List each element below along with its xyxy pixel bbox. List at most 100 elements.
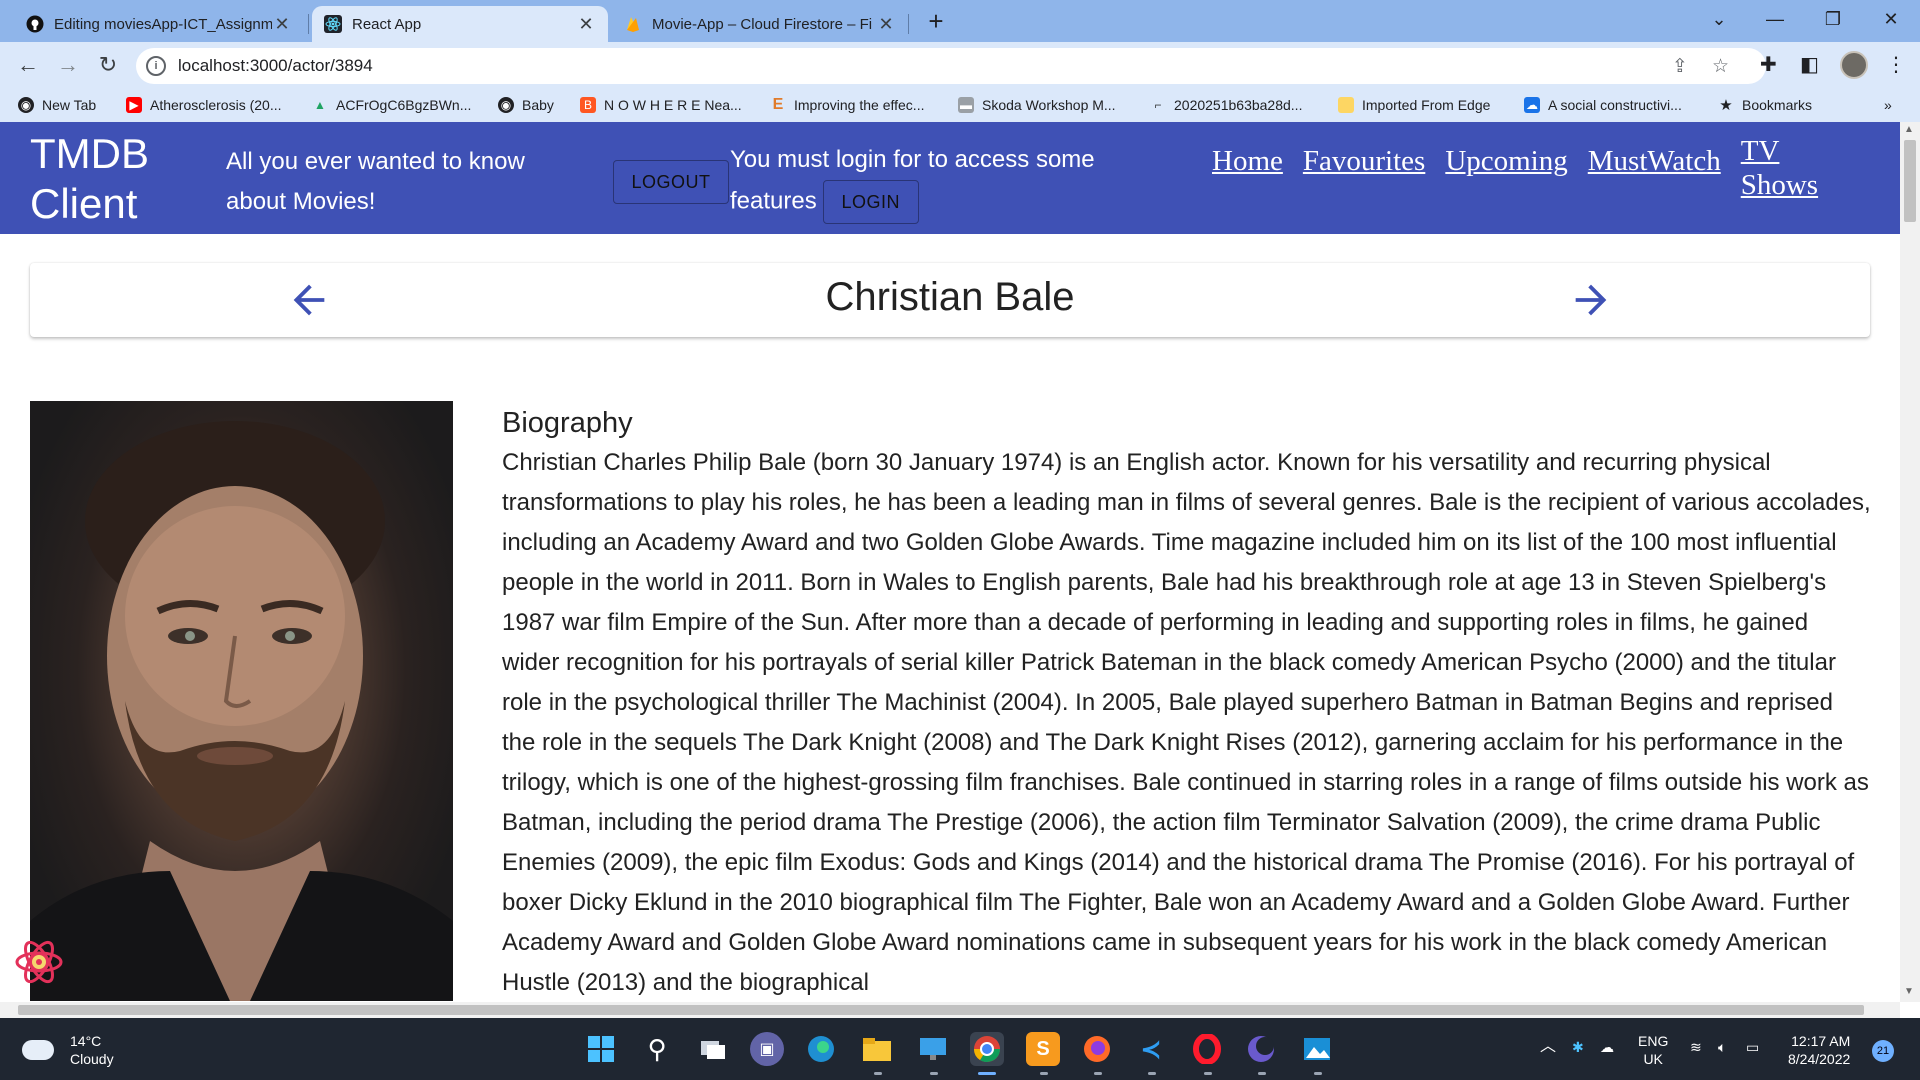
bookmark-item[interactable]: Imported From Edge — [1338, 97, 1490, 113]
login-message: You must login for to access some featur… — [730, 140, 1150, 224]
scrollbar-thumb[interactable] — [1904, 140, 1916, 222]
bookmark-item[interactable]: ▲ ACFrOgC6BgzBWn... — [312, 97, 471, 113]
scroll-down-icon[interactable]: ▼ — [1904, 986, 1914, 997]
vertical-scrollbar[interactable]: ▲ ▼ — [1900, 122, 1920, 1002]
app-moon-icon[interactable] — [1244, 1032, 1278, 1066]
app-header: TMDB Client All you ever wanted to know … — [0, 122, 1900, 234]
bookmark-item[interactable]: ▬ Skoda Workshop M... — [958, 97, 1116, 113]
reload-icon[interactable]: ↻ — [92, 50, 124, 82]
tagline: All you ever wanted to know about Movies… — [226, 148, 525, 215]
opera-icon[interactable] — [1190, 1032, 1224, 1066]
tab-search-icon[interactable]: ⌄ — [1694, 0, 1744, 40]
tab-react-app[interactable]: React App ✕ — [312, 6, 608, 42]
close-icon[interactable]: ✕ — [576, 14, 596, 35]
menu-icon[interactable]: ⋮ — [1886, 52, 1906, 77]
chevron-up-icon[interactable]: ︿ — [1540, 1038, 1556, 1056]
side-panel-icon[interactable]: ◧ — [1800, 52, 1819, 77]
horizontal-scrollbar[interactable] — [0, 1002, 1900, 1018]
scroll-up-icon[interactable]: ▲ — [1904, 124, 1914, 135]
running-indicator — [1040, 1072, 1048, 1075]
chat-icon[interactable]: ▣ — [750, 1032, 784, 1066]
volume-icon[interactable]: 🔈︎ — [1718, 1038, 1726, 1056]
bookmark-item[interactable]: ★ Bookmarks — [1718, 97, 1812, 114]
window-close-button[interactable]: ✕ — [1866, 0, 1916, 40]
drive-icon: ▲ — [314, 98, 326, 112]
tab-firestore[interactable]: Movie-App – Cloud Firestore – Fi ✕ — [612, 6, 908, 42]
login-button[interactable]: LOGIN — [822, 180, 919, 224]
running-indicator — [1148, 1072, 1156, 1075]
tab-github[interactable]: Editing moviesApp-ICT_Assignm ✕ — [14, 6, 304, 42]
star-icon[interactable]: ☆ — [1712, 55, 1729, 78]
react-query-devtools-icon[interactable] — [14, 937, 64, 987]
tab-title: React App — [352, 15, 422, 33]
url-text[interactable]: localhost:3000/actor/3894 — [178, 56, 373, 76]
bluetooth-icon[interactable]: ✱ — [1572, 1038, 1584, 1056]
brand-title[interactable]: TMDB Client — [30, 129, 190, 229]
tab-title: Editing moviesApp-ICT_Assignm — [54, 15, 272, 33]
edge-icon[interactable] — [804, 1032, 838, 1066]
page-viewport: TMDB Client All you ever wanted to know … — [0, 122, 1900, 1002]
temperature: 14°C — [70, 1033, 102, 1049]
vscode-icon[interactable]: ≺ — [1134, 1032, 1168, 1066]
browser-toolbar: ← → ↻ i localhost:3000/actor/3894 ⇪ ☆ ✚ … — [0, 42, 1920, 90]
bookmark-item[interactable]: BN O W H E R E Nea... — [580, 97, 742, 113]
sublime-icon[interactable]: S — [1026, 1032, 1060, 1066]
running-indicator — [1094, 1072, 1102, 1075]
task-view-icon[interactable] — [696, 1032, 730, 1066]
actor-header-card: Christian Bale — [30, 263, 1870, 337]
battery-icon[interactable]: ▭ — [1746, 1038, 1759, 1056]
notification-badge[interactable]: 21 — [1872, 1040, 1894, 1062]
scrollbar-thumb[interactable] — [18, 1005, 1864, 1015]
extensions-icon[interactable]: ✚ — [1760, 52, 1777, 77]
running-indicator — [874, 1072, 882, 1075]
car-icon: ▬ — [958, 97, 974, 113]
bookmark-item[interactable]: ☁ A social constructivi... — [1524, 97, 1682, 113]
monitor-icon[interactable] — [916, 1032, 950, 1066]
arrow-forward-icon[interactable] — [1568, 277, 1614, 323]
more-bookmarks-icon[interactable]: » — [1884, 97, 1892, 113]
forward-arrow-icon[interactable]: → — [52, 50, 84, 82]
close-icon[interactable]: ✕ — [272, 14, 292, 35]
nav-mustwatch[interactable]: MustWatch — [1588, 144, 1721, 178]
chrome-icon[interactable] — [970, 1032, 1004, 1066]
biography-heading: Biography — [502, 407, 633, 439]
photos-icon[interactable] — [1300, 1032, 1334, 1066]
windows-taskbar: 14°C Cloudy ⚲ ▣ S ≺ ︿ ✱ ☁ ENG UK ≋ 🔈︎ ▭ … — [0, 1018, 1920, 1080]
language-indicator[interactable]: ENG UK — [1638, 1032, 1668, 1068]
onedrive-icon[interactable]: ☁ — [1600, 1038, 1614, 1056]
wifi-icon[interactable]: ≋ — [1690, 1038, 1702, 1056]
tab-separator — [308, 14, 309, 34]
bookmark-item[interactable]: E Improving the effec... — [770, 96, 925, 113]
browser-tabstrip: Editing moviesApp-ICT_Assignm ✕ React Ap… — [0, 0, 1920, 42]
windows-start-icon[interactable] — [584, 1032, 618, 1066]
weather-widget[interactable]: 14°C Cloudy — [22, 1032, 114, 1068]
address-bar[interactable]: i localhost:3000/actor/3894 ⇪ ☆ — [136, 48, 1766, 84]
minimize-button[interactable]: — — [1750, 0, 1800, 40]
nav-upcoming[interactable]: Upcoming — [1445, 144, 1567, 178]
restore-button[interactable]: ❐ — [1808, 0, 1858, 40]
back-arrow-icon[interactable]: ← — [12, 50, 44, 82]
nav-favourites[interactable]: Favourites — [1303, 144, 1425, 178]
firefox-icon[interactable] — [1080, 1032, 1114, 1066]
bookmark-item[interactable]: ▶ Atherosclerosis (20... — [126, 97, 282, 113]
main-nav: Home Favourites Upcoming MustWatch TV Sh… — [1212, 135, 1821, 202]
close-icon[interactable]: ✕ — [876, 14, 896, 35]
clock[interactable]: 12:17 AM 8/24/2022 — [1788, 1032, 1850, 1068]
avatar[interactable] — [1840, 51, 1868, 79]
firebase-icon — [624, 15, 642, 33]
share-icon[interactable]: ⇪ — [1672, 55, 1688, 78]
nav-tv-shows[interactable]: TV Shows — [1741, 134, 1821, 202]
blogger-icon: B — [580, 97, 596, 113]
running-indicator — [930, 1072, 938, 1075]
arrow-back-icon[interactable] — [286, 277, 332, 323]
site-info-icon[interactable]: i — [146, 56, 166, 76]
search-icon[interactable]: ⚲ — [640, 1032, 674, 1066]
bookmark-item[interactable]: ◉ New Tab — [18, 97, 96, 113]
logout-button[interactable]: LOGOUT — [613, 160, 729, 204]
file-explorer-icon[interactable] — [860, 1032, 894, 1066]
document-icon: ⌐ — [1154, 98, 1162, 112]
nav-home[interactable]: Home — [1212, 144, 1283, 178]
bookmark-item[interactable]: ⌐ 2020251b63ba28d... — [1150, 97, 1302, 113]
bookmark-item[interactable]: ◉ Baby — [498, 97, 554, 113]
new-tab-button[interactable]: + — [922, 8, 950, 36]
